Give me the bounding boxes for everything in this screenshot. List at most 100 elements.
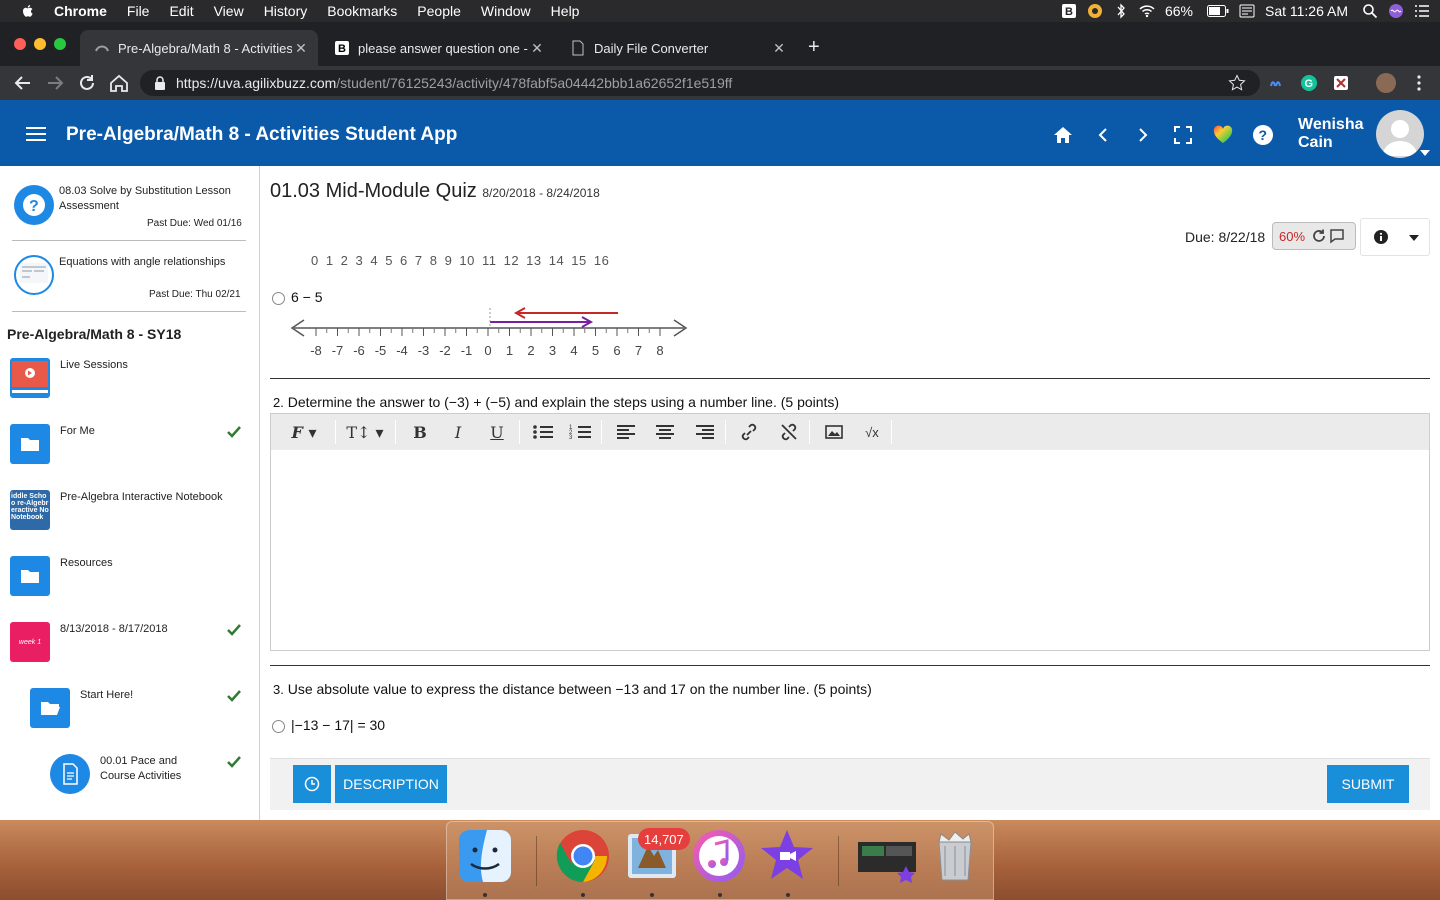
menu-history[interactable]: History xyxy=(264,3,308,19)
trash-icon[interactable] xyxy=(927,828,983,884)
align-right-icon[interactable] xyxy=(694,418,716,446)
previous-chevron-icon[interactable] xyxy=(1092,124,1114,146)
numbered-list-icon[interactable]: 123 xyxy=(569,418,593,446)
siri-icon[interactable] xyxy=(1388,3,1404,19)
assessment-question-icon: ? xyxy=(14,185,54,225)
sidebar-item-resources[interactable]: Resources xyxy=(60,556,113,571)
underline-icon[interactable]: U xyxy=(482,418,512,446)
insert-link-icon[interactable] xyxy=(738,418,760,446)
comment-icon xyxy=(1330,229,1344,244)
user-avatar[interactable] xyxy=(1376,110,1424,158)
italic-icon[interactable]: I xyxy=(443,418,473,446)
clock[interactable]: Sat 11:26 AM xyxy=(1265,3,1348,19)
finder-icon[interactable] xyxy=(457,828,513,884)
menu-people[interactable]: People xyxy=(417,3,461,19)
extension-scissors-icon[interactable] xyxy=(1332,74,1350,92)
notification-center-icon[interactable] xyxy=(1414,3,1430,19)
apple-icon[interactable] xyxy=(20,3,36,19)
align-center-icon[interactable] xyxy=(654,418,676,446)
user-first-name: Wenisha xyxy=(1298,116,1364,133)
description-button[interactable]: DESCRIPTION xyxy=(335,765,447,803)
home-icon[interactable] xyxy=(1052,124,1074,146)
fullscreen-icon[interactable] xyxy=(1172,124,1194,146)
google-chrome-icon[interactable] xyxy=(555,828,611,884)
itunes-music-icon[interactable] xyxy=(691,828,747,884)
chrome-menu-icon[interactable] xyxy=(1410,74,1428,92)
font-size-icon[interactable]: T↕ ▾ xyxy=(343,418,387,446)
battery-icon[interactable] xyxy=(1206,3,1229,19)
norton-status-icon[interactable] xyxy=(1087,3,1103,19)
menu-help[interactable]: Help xyxy=(551,3,580,19)
menu-app-name[interactable]: Chrome xyxy=(54,3,107,19)
sidebar-item-start-here[interactable]: Start Here! xyxy=(80,688,133,703)
info-dropdown[interactable] xyxy=(1360,218,1430,256)
user-menu-caret-icon[interactable] xyxy=(1420,150,1430,156)
question-number: 3. xyxy=(273,682,284,697)
window-close-button[interactable] xyxy=(14,38,26,50)
sidebar-item-pace-course-activities[interactable]: 00.01 Pace and Course Activities xyxy=(100,754,210,784)
tab-pre-algebra[interactable]: Pre-Algebra/Math 8 - Activities ✕ xyxy=(80,30,318,66)
menu-file[interactable]: File xyxy=(127,3,150,19)
notebook-thumbnail: iddle Schoo re-Algebr eractive No Notebo… xyxy=(10,490,50,530)
tab-title: Daily File Converter xyxy=(594,40,709,56)
new-tab-button[interactable]: + xyxy=(808,36,820,58)
answer-rich-text-editor[interactable]: F ▾ T↕ ▾ B I U 123 √x xyxy=(270,413,1430,651)
hamburger-menu-icon[interactable] xyxy=(26,126,46,142)
insert-image-icon[interactable] xyxy=(823,418,845,446)
imovie-icon[interactable] xyxy=(759,828,815,884)
window-zoom-button[interactable] xyxy=(54,38,66,50)
bold-icon[interactable]: B xyxy=(405,418,435,446)
close-icon[interactable]: ✕ xyxy=(528,40,546,57)
omnibox-url-bar[interactable]: https://uva.agilixbuzz.com/student/76125… xyxy=(140,70,1260,96)
toolbar-separator xyxy=(519,420,520,444)
close-icon[interactable]: ✕ xyxy=(292,40,310,57)
imovie-project-thumbnail-icon[interactable] xyxy=(856,828,918,884)
recent-item-title[interactable]: 08.03 Solve by Substitution Lesson Asses… xyxy=(59,184,244,214)
sidebar-item-live-sessions[interactable]: Live Sessions xyxy=(60,358,128,373)
bluetooth-icon[interactable] xyxy=(1113,3,1129,19)
answer-radio-q3[interactable] xyxy=(272,720,285,733)
chrome-profile-avatar[interactable] xyxy=(1376,73,1396,93)
window-minimize-button[interactable] xyxy=(34,38,46,50)
next-chevron-icon[interactable] xyxy=(1132,124,1154,146)
back-arrow-icon[interactable] xyxy=(12,72,34,94)
answer-option-q1: 6 − 5 xyxy=(291,289,323,305)
reload-icon[interactable] xyxy=(76,72,98,94)
answer-radio-q1[interactable] xyxy=(272,292,285,305)
home-icon[interactable] xyxy=(108,72,130,94)
input-menu-icon[interactable] xyxy=(1239,3,1255,19)
menu-edit[interactable]: Edit xyxy=(169,3,193,19)
dock-separator xyxy=(838,836,839,886)
forward-arrow-icon[interactable] xyxy=(44,72,66,94)
bbedit-status-icon[interactable]: B xyxy=(1061,3,1077,19)
bulleted-list-icon[interactable] xyxy=(531,418,555,446)
submit-button[interactable]: SUBMIT xyxy=(1327,765,1409,803)
align-left-icon[interactable] xyxy=(615,418,637,446)
spotlight-search-icon[interactable] xyxy=(1362,3,1378,19)
font-family-icon[interactable]: F ▾ xyxy=(281,418,327,446)
tab-brainly-question[interactable]: B please answer question one - B ✕ xyxy=(320,30,554,66)
tab-daily-file-converter[interactable]: Daily File Converter ✕ xyxy=(556,30,796,66)
running-indicator xyxy=(581,893,585,897)
menu-view[interactable]: View xyxy=(214,3,244,19)
lock-icon[interactable] xyxy=(154,76,166,90)
brainly-favicon-icon: B xyxy=(335,41,349,55)
equation-sqrt-icon[interactable]: √x xyxy=(861,418,883,446)
remove-link-icon[interactable] xyxy=(778,418,800,446)
bookmark-star-icon[interactable] xyxy=(1228,74,1246,92)
menu-bookmarks[interactable]: Bookmarks xyxy=(327,3,397,19)
extension-blue-icon[interactable] xyxy=(1268,74,1286,92)
user-name[interactable]: Wenisha Cain xyxy=(1298,116,1368,152)
sidebar-item-week-1[interactable]: 8/13/2018 - 8/17/2018 xyxy=(60,622,168,637)
close-icon[interactable]: ✕ xyxy=(770,40,788,57)
grammarly-icon[interactable]: G xyxy=(1300,74,1318,92)
heart-wellness-icon[interactable] xyxy=(1212,124,1234,146)
wifi-icon[interactable] xyxy=(1139,3,1155,19)
recent-item-title[interactable]: Equations with angle relationships xyxy=(59,255,244,270)
timer-button[interactable] xyxy=(293,765,331,803)
menu-window[interactable]: Window xyxy=(481,3,531,19)
sidebar-item-interactive-notebook[interactable]: Pre-Algebra Interactive Notebook xyxy=(60,490,223,505)
sidebar-item-for-me[interactable]: For Me xyxy=(60,424,95,439)
score-box[interactable]: 60% xyxy=(1272,222,1356,250)
help-question-icon[interactable]: ? xyxy=(1252,124,1274,146)
